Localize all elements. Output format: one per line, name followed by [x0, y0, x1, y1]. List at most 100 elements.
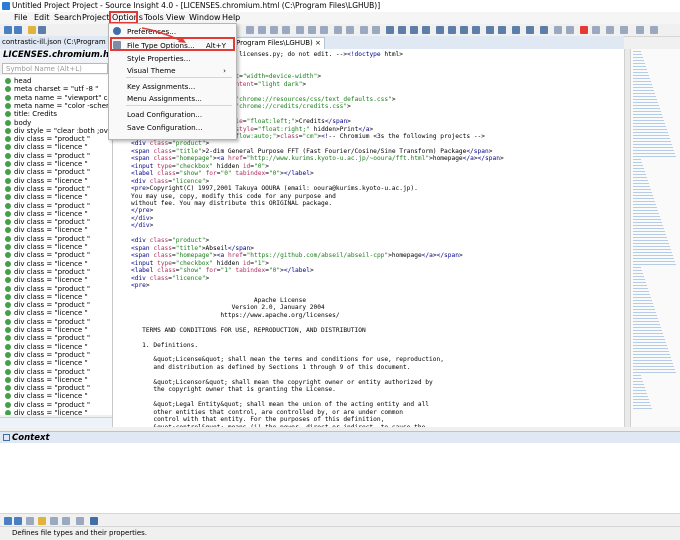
- symbol-list-item[interactable]: div class = "licence ": [5, 243, 88, 251]
- menu-file[interactable]: File: [14, 13, 27, 22]
- symbol-list-item[interactable]: div class = "licence ": [5, 309, 88, 317]
- tool-icon[interactable]: [296, 26, 304, 34]
- tool-icon[interactable]: [606, 26, 614, 34]
- tool-icon[interactable]: [592, 26, 600, 34]
- symbol-list[interactable]: head meta charset = "utf -8 " meta name = …: [0, 75, 113, 415]
- symbol-list-item[interactable]: div class = "licence ": [5, 359, 88, 367]
- menu-search[interactable]: Search: [54, 13, 81, 22]
- symbol-list-item[interactable]: div class = "product ": [5, 301, 90, 309]
- symbol-list-item[interactable]: div class = "product ": [5, 334, 90, 342]
- back-icon[interactable]: [4, 517, 12, 525]
- tool-icon[interactable]: [512, 26, 520, 34]
- symbol-list-item[interactable]: body: [5, 119, 31, 127]
- save-icon[interactable]: [38, 26, 46, 34]
- bookmark-icon[interactable]: [580, 26, 588, 34]
- tool-icon[interactable]: [26, 517, 34, 525]
- symbol-list-item[interactable]: div class = "product ": [5, 368, 90, 376]
- tool-icon[interactable]: [498, 26, 506, 34]
- symbol-list-item[interactable]: div class = "product ": [5, 285, 90, 293]
- menu-item-style-properties[interactable]: Style Properties...: [127, 54, 191, 63]
- tool-icon[interactable]: [436, 26, 444, 34]
- tool-icon[interactable]: [308, 26, 316, 34]
- menu-item-load-configuration[interactable]: Load Configuration...: [127, 110, 202, 119]
- tool-icon[interactable]: [38, 517, 46, 525]
- symbol-list-item[interactable]: div class = "product ": [5, 351, 90, 359]
- overview-panel[interactable]: [630, 49, 680, 427]
- tool-icon[interactable]: [620, 26, 628, 34]
- tool-icon[interactable]: [486, 26, 494, 34]
- close-icon[interactable]: ×: [315, 39, 321, 47]
- tool-icon[interactable]: [526, 26, 534, 34]
- symbol-list-item[interactable]: div class = "licence ": [5, 226, 88, 234]
- menu-window[interactable]: Window: [189, 13, 221, 22]
- tool-icon[interactable]: [566, 26, 574, 34]
- tool-icon[interactable]: [650, 26, 658, 34]
- tool-icon[interactable]: [346, 26, 354, 34]
- menu-help[interactable]: Help: [222, 13, 240, 22]
- symbol-list-item[interactable]: div class = "product ": [5, 135, 90, 143]
- tool-icon[interactable]: [334, 26, 342, 34]
- tool-icon[interactable]: [360, 26, 368, 34]
- symbol-list-item[interactable]: div class = "licence ": [5, 376, 88, 384]
- symbol-list-item[interactable]: div class = "licence ": [5, 343, 88, 351]
- menu-project[interactable]: Project: [82, 13, 109, 22]
- menu-view[interactable]: View: [166, 13, 185, 22]
- menu-item-visual-theme[interactable]: Visual Theme: [127, 66, 176, 75]
- menu-item-menu-assignments[interactable]: Menu Assignments...: [127, 94, 202, 103]
- symbol-list-item[interactable]: div class = "product ": [5, 185, 90, 193]
- tool-icon[interactable]: [540, 26, 548, 34]
- forward-icon[interactable]: [14, 517, 22, 525]
- symbol-list-item[interactable]: div class = "product ": [5, 168, 90, 176]
- symbol-list-item[interactable]: div class = "product ": [5, 401, 90, 409]
- symbol-list-item[interactable]: div class = "licence ": [5, 160, 88, 168]
- symbol-list-item[interactable]: meta name = "viewport" cont: [5, 94, 112, 102]
- symbol-list-item[interactable]: div class = "product ": [5, 384, 90, 392]
- tool-icon[interactable]: [460, 26, 468, 34]
- tool-icon[interactable]: [636, 26, 644, 34]
- symbol-list-item[interactable]: head: [5, 77, 31, 85]
- symbol-list-item[interactable]: div class = "product ": [5, 235, 90, 243]
- menu-item-save-configuration[interactable]: Save Configuration...: [127, 123, 203, 132]
- tool-icon[interactable]: [554, 26, 562, 34]
- tool-icon[interactable]: [372, 26, 380, 34]
- symbol-list-item[interactable]: meta charset = "utf -8 ": [5, 85, 98, 93]
- symbol-list-item[interactable]: div class = "licence ": [5, 392, 88, 400]
- symbol-list-item[interactable]: div class = "licence ": [5, 260, 88, 268]
- tool-icon[interactable]: [320, 26, 328, 34]
- symbol-list-item[interactable]: div class = "product ": [5, 318, 90, 326]
- symbol-list-item[interactable]: div class = "licence ": [5, 409, 88, 415]
- symbol-list-item[interactable]: div class = "licence ": [5, 210, 88, 218]
- context-panel[interactable]: [0, 443, 680, 513]
- symbol-list-item[interactable]: div class = "licence ": [5, 326, 88, 334]
- gear-icon[interactable]: [90, 517, 98, 525]
- symbol-list-item[interactable]: div class = "licence ": [5, 293, 88, 301]
- tool-icon[interactable]: [410, 26, 418, 34]
- symbol-list-item[interactable]: div class = "product ": [5, 268, 90, 276]
- symbol-list-item[interactable]: title: Credits: [5, 110, 57, 118]
- symbol-list-item[interactable]: div class = "product ": [5, 152, 90, 160]
- symbol-list-item[interactable]: div class = "licence ": [5, 177, 88, 185]
- tool-icon[interactable]: [398, 26, 406, 34]
- tool-icon[interactable]: [386, 26, 394, 34]
- symbol-list-item[interactable]: div class = "licence ": [5, 143, 88, 151]
- symbol-list-item[interactable]: div style = "clear :both ;overfl: [5, 127, 112, 135]
- menu-item-key-assignments[interactable]: Key Assignments...: [127, 82, 195, 91]
- symbol-list-item[interactable]: div class = "product ": [5, 202, 90, 210]
- symbol-list-item[interactable]: div class = "licence ": [5, 193, 88, 201]
- back-icon[interactable]: [4, 26, 12, 34]
- tool-icon[interactable]: [246, 26, 254, 34]
- symbol-list-item[interactable]: div class = "product ": [5, 251, 90, 259]
- tool-icon[interactable]: [50, 517, 58, 525]
- symbol-search-input[interactable]: Symbol Name (Alt+L): [2, 63, 108, 74]
- symbol-list-item[interactable]: div class = "product ": [5, 218, 90, 226]
- tool-icon[interactable]: [270, 26, 278, 34]
- tool-icon[interactable]: [258, 26, 266, 34]
- menu-edit[interactable]: Edit: [34, 13, 50, 22]
- editor-tab[interactable]: Program Files\LGHUB) ×: [232, 37, 325, 49]
- symbol-panel-tab[interactable]: contrastic-ill.json (C:\Program Files\LG…: [0, 36, 153, 49]
- symbol-list-item[interactable]: div class = "licence ": [5, 276, 88, 284]
- open-folder-icon[interactable]: [28, 26, 36, 34]
- tool-icon[interactable]: [62, 517, 70, 525]
- menu-tools[interactable]: Tools: [144, 13, 164, 22]
- tool-icon[interactable]: [472, 26, 480, 34]
